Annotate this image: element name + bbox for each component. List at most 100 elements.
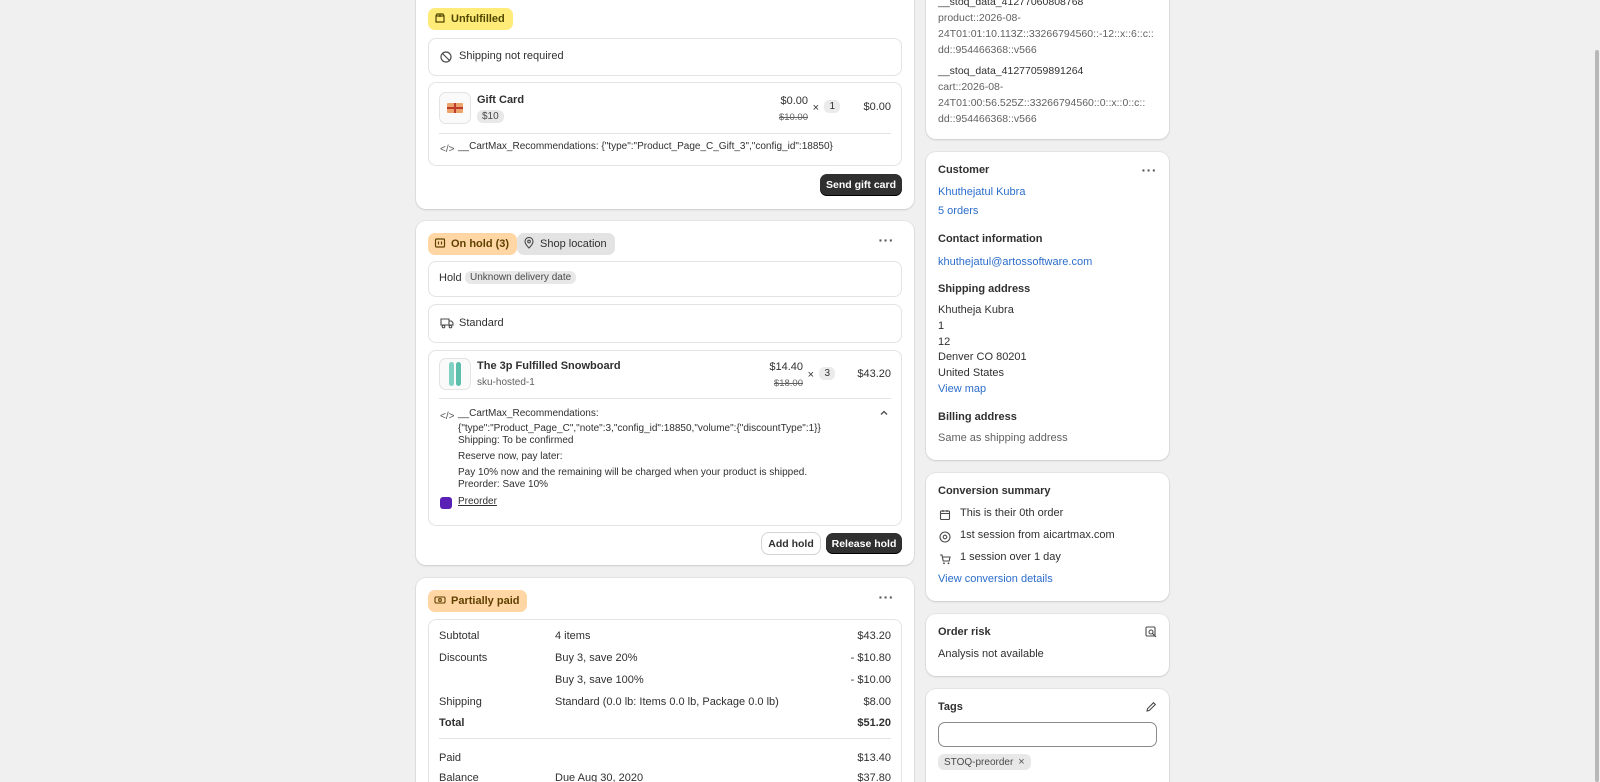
address-line-5: United States <box>938 367 1005 379</box>
billing-address-value: Same as shipping address <box>938 432 1068 444</box>
metafield-1-value-line-1: product::2026-08- <box>938 12 1021 24</box>
balance-amount: $37.80 <box>857 772 891 782</box>
collapse-chevron-up-icon[interactable] <box>879 408 889 421</box>
payment-card: Partially paid ··· Subtotal 4 items $43.… <box>416 578 914 782</box>
customer-name-link[interactable]: Khuthejatul Kubra <box>938 186 1025 198</box>
gift-card-divider <box>439 133 891 134</box>
metafield-2-value-line-1: cart::2026-08- <box>938 81 1004 93</box>
property-line-3: Shipping: To be confirmed <box>458 435 574 446</box>
subtotal-label: Subtotal <box>439 630 480 642</box>
conversion-item-1: This is their 0th order <box>960 507 1064 519</box>
conversion-item-2: 1st session from aicartmax.com <box>960 529 1115 541</box>
snowboard-divider <box>439 398 891 399</box>
property-line-4: Reserve now, pay later: <box>458 451 563 462</box>
cash-icon <box>434 594 446 609</box>
gift-card-thumbnail[interactable] <box>439 92 471 124</box>
hold-label: Hold <box>439 272 462 284</box>
snowboard-qty: 3 <box>819 367 835 380</box>
snowboard-thumbnail[interactable] <box>439 358 471 390</box>
shipping-amount: $8.00 <box>863 696 891 708</box>
shipping-label: Shipping <box>439 696 482 708</box>
risk-analysis-icon[interactable] <box>1145 626 1157 641</box>
page-scrollbar[interactable] <box>1594 0 1600 782</box>
metafield-2-key: __stoq_data_41277059891264 <box>938 65 1084 77</box>
view-map-link[interactable]: View map <box>938 383 986 395</box>
shop-location-badge[interactable]: Shop location <box>517 233 615 255</box>
customer-title: Customer <box>938 164 990 176</box>
snowboard-name-link[interactable]: The 3p Fulfilled Snowboard <box>477 360 621 372</box>
balance-label: Balance <box>439 772 479 782</box>
payment-more-actions-icon[interactable]: ··· <box>879 589 895 605</box>
tags-title: Tags <box>938 701 963 713</box>
discounts-label: Discounts <box>439 652 488 664</box>
customer-email-link[interactable]: khuthejatul@artossoftware.com <box>938 256 1092 268</box>
view-conversion-details-link[interactable]: View conversion details <box>938 573 1053 585</box>
add-hold-button[interactable]: Add hold <box>762 533 820 554</box>
truck-icon <box>440 317 454 332</box>
discount-2-desc: Buy 3, save 100% <box>555 674 644 686</box>
send-gift-card-button[interactable]: Send gift card <box>820 174 902 196</box>
metafield-2-value-line-3: dd::954466368::v566 <box>938 113 1037 125</box>
tag-chip: STOQ-preorder × <box>938 754 1031 770</box>
calendar-icon <box>939 509 951 524</box>
tag-chip-label: STOQ-preorder <box>944 756 1014 768</box>
gift-card-property: __CartMax_Recommendations: {"type":"Prod… <box>458 141 833 152</box>
preorder-app-icon <box>440 497 452 509</box>
cart-icon <box>939 553 951 568</box>
location-pin-icon <box>523 236 535 252</box>
customer-card: Customer ··· Khuthejatul Kubra 5 orders … <box>926 152 1169 460</box>
address-line-1: Khutheja Kubra <box>938 304 1014 316</box>
code-icon: </> <box>440 411 455 422</box>
gift-card-name-link[interactable]: Gift Card <box>477 94 524 106</box>
customer-more-actions-icon[interactable]: ··· <box>1142 162 1158 178</box>
customer-orders-link[interactable]: 5 orders <box>938 205 978 217</box>
property-line-2: {"type":"Product_Page_C","note":3,"confi… <box>458 423 821 434</box>
metafield-1-value-line-2: 24T01:01:10.113Z::33266794560::-12::x::6… <box>938 28 1154 40</box>
partially-paid-badge: Partially paid <box>428 590 528 612</box>
hold-reason-tag: Unknown delivery date <box>465 271 577 284</box>
property-line-5: Pay 10% now and the remaining will be ch… <box>458 467 808 478</box>
on-hold-more-actions-icon[interactable]: ··· <box>879 232 895 248</box>
subtotal-amount: $43.20 <box>857 630 891 642</box>
gift-card-price: $0.00 <box>780 95 808 107</box>
on-hold-card: On hold (3) Shop location ··· Hold Unkno… <box>416 221 914 565</box>
shipping-note-text: Shipping not required <box>459 50 564 62</box>
order-risk-card: Order risk Analysis not available <box>926 614 1169 676</box>
subtotal-desc: 4 items <box>555 630 591 642</box>
tags-input[interactable] <box>938 722 1157 747</box>
address-line-2: 1 <box>938 320 945 332</box>
release-hold-button[interactable]: Release hold <box>826 533 902 554</box>
property-line-6: Preorder: Save 10% <box>458 479 549 490</box>
paid-amount: $13.40 <box>857 752 891 764</box>
gift-card-qty: 1 <box>824 100 840 113</box>
gift-card-icon <box>447 103 463 113</box>
on-hold-badge: On hold (3) <box>428 233 518 255</box>
paid-label: Paid <box>439 752 462 764</box>
snowboard-times: × <box>807 369 814 381</box>
metafields-card: __stoq_data_41277060808768 product::2026… <box>926 0 1169 139</box>
snowboard-compare-price: $18.00 <box>773 378 803 389</box>
balance-desc: Due Aug 30, 2020 <box>555 772 644 782</box>
shipping-note-box: Shipping not required <box>428 38 902 76</box>
hold-icon <box>434 237 446 252</box>
edit-pencil-icon[interactable] <box>1145 701 1157 716</box>
metafield-1-value-line-3: dd::954466368::v566 <box>938 44 1037 56</box>
conversion-summary-title: Conversion summary <box>938 485 1051 497</box>
page-scrollbar-thumb[interactable] <box>1595 50 1599 782</box>
package-icon <box>434 12 446 27</box>
remove-tag-close-icon[interactable]: × <box>1018 756 1024 768</box>
discount-1-amount: - $10.80 <box>850 652 891 664</box>
on-hold-badge-label: On hold (3) <box>451 238 510 250</box>
preorder-app-link[interactable]: Preorder <box>458 496 497 507</box>
unfulfilled-badge: Unfulfilled <box>428 8 513 30</box>
delivery-method-text: Standard <box>459 317 504 329</box>
payment-divider <box>439 738 891 739</box>
no-shipping-icon <box>440 51 452 66</box>
order-risk-value: Analysis not available <box>938 648 1044 660</box>
snowboard-icon <box>449 362 461 386</box>
gift-card-total: $0.00 <box>863 101 891 113</box>
gift-card-variant-tag: $10 <box>477 110 504 123</box>
snowboard-total: $43.20 <box>857 368 891 380</box>
shop-location-label: Shop location <box>540 238 607 250</box>
conversion-item-3: 1 session over 1 day <box>960 551 1061 563</box>
